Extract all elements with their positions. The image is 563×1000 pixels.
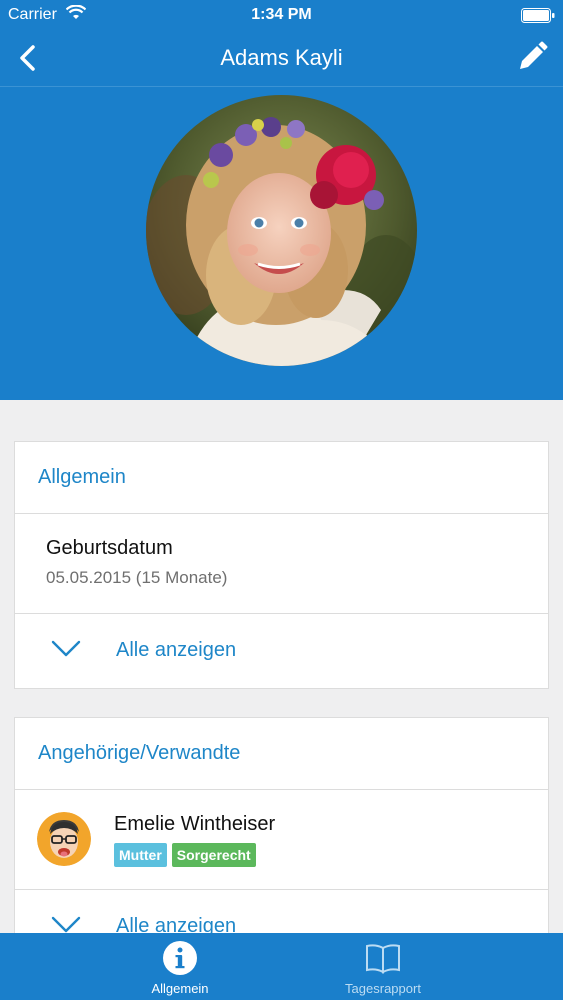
status-bar: Carrier 1:34 PM (0, 0, 563, 30)
battery-icon (521, 8, 555, 23)
relative-avatar (37, 812, 91, 866)
navigation-bar: Adams Kayli (0, 30, 563, 87)
child-avatar (146, 95, 417, 366)
custody-badge: Sorgerecht (171, 843, 256, 867)
chevron-down-icon (51, 640, 81, 657)
general-show-all-button[interactable]: Alle anzeigen (15, 614, 548, 688)
tab-label: Tagesrapport (345, 981, 421, 996)
role-badge: Mutter (114, 843, 167, 867)
birthdate-row: Geburtsdatum 05.05.2015 (15 Monate) (15, 514, 548, 614)
birthdate-label: Geburtsdatum (46, 537, 173, 559)
general-header: Allgemein (15, 442, 548, 514)
book-icon (366, 944, 400, 974)
profile-header (0, 87, 563, 400)
tab-tagesrapport[interactable]: Tagesrapport (242, 933, 524, 1000)
edit-pencil-icon[interactable] (515, 40, 549, 74)
relatives-card: Angehörige/Verwandte Emelie Wintheiser M… (14, 717, 549, 957)
general-card: Allgemein Geburtsdatum 05.05.2015 (15 Mo… (14, 441, 549, 689)
tab-bar: Allgemein Tagesrapport (0, 933, 563, 1000)
status-time: 1:34 PM (251, 6, 312, 23)
show-all-label: Alle anzeigen (116, 639, 237, 661)
relatives-header: Angehörige/Verwandte (15, 718, 548, 790)
relative-row[interactable]: Emelie Wintheiser Mutter Sorgerecht (15, 790, 548, 890)
relative-name: Emelie Wintheiser (114, 813, 276, 835)
chevron-down-icon (51, 916, 81, 933)
info-icon (163, 941, 197, 975)
relative-badges: Mutter Sorgerecht (114, 843, 256, 867)
birthdate-value: 05.05.2015 (15 Monate) (46, 568, 228, 587)
page-title: Adams Kayli (220, 45, 343, 70)
